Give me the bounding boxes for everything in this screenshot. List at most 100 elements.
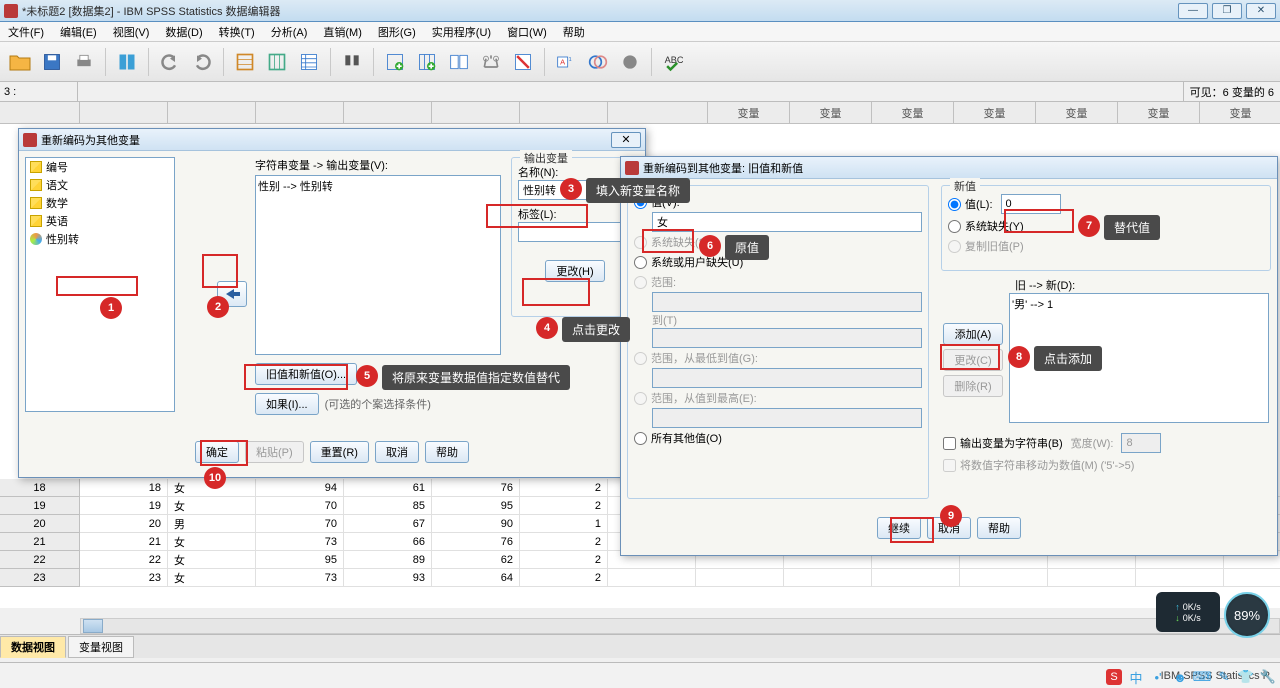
toolbar: A1 ABC [0, 42, 1280, 82]
system-tray: S 中 •' ☻ ⌨ ✎ 👕 🔧 [1106, 669, 1276, 685]
column-variable[interactable]: 变量 [790, 102, 872, 124]
annotation-label-4: 点击更改 [562, 317, 630, 342]
menu-data[interactable]: 数据(D) [157, 22, 210, 41]
annotation-label-3: 填入新变量名称 [586, 178, 690, 203]
convert-numeric-checkbox[interactable]: 将数值字符串移动为数值(M) ('5'->5) [943, 457, 1269, 473]
goto-case-icon[interactable] [231, 48, 259, 76]
radio-range-high[interactable]: 范围，从值到最高(E): [634, 388, 922, 408]
tray-icon[interactable]: 中 [1128, 669, 1144, 685]
app-icon [4, 4, 18, 18]
radio-new-value[interactable]: 值(L): [948, 192, 1264, 216]
tray-icon[interactable]: •' [1150, 669, 1166, 685]
radio-sys-user-miss[interactable]: 系统或用户缺失(U) [634, 252, 922, 272]
maximize-button[interactable]: ❐ [1212, 3, 1242, 19]
column-variable[interactable]: 变量 [1200, 102, 1280, 124]
annotation-box-8 [940, 344, 1000, 370]
close-button[interactable]: ✕ [1246, 3, 1276, 19]
help-button[interactable]: 帮助 [977, 517, 1021, 539]
table-row[interactable]: 2323女7393642 [0, 569, 1280, 587]
keyboard-icon[interactable]: ⌨ [1194, 669, 1210, 685]
column-variable[interactable]: 变量 [954, 102, 1036, 124]
annotation-label-8: 点击添加 [1034, 346, 1102, 371]
delete-mapping-button[interactable]: 删除(R) [943, 375, 1003, 397]
spellcheck-icon[interactable]: ABC [659, 48, 687, 76]
annotation-box-6 [642, 229, 694, 253]
column-variable[interactable]: 变量 [1118, 102, 1200, 124]
output-string-checkbox[interactable]: 输出变量为字符串(B) [943, 435, 1063, 451]
menu-edit[interactable]: 编辑(E) [52, 22, 105, 41]
menu-file[interactable]: 文件(F) [0, 22, 52, 41]
ime-icon[interactable]: S [1106, 669, 1122, 685]
annotation-box-10 [200, 440, 248, 466]
annotation-box-1 [56, 276, 138, 296]
range-low-input [652, 368, 922, 388]
minimize-button[interactable]: — [1178, 3, 1208, 19]
range-high-input [652, 408, 922, 428]
status-bar: IBM SPSS Statistics P [0, 662, 1280, 688]
dialog-title: 重新编码为其他变量 [41, 132, 611, 148]
add-button[interactable]: 添加(A) [943, 323, 1003, 345]
tab-variable-view[interactable]: 变量视图 [68, 636, 134, 658]
reset-button[interactable]: 重置(R) [310, 441, 369, 463]
menu-marketing[interactable]: 直销(M) [315, 22, 370, 41]
print-icon[interactable] [70, 48, 98, 76]
split-file-icon[interactable] [445, 48, 473, 76]
weight-icon[interactable] [477, 48, 505, 76]
undo-icon[interactable] [156, 48, 184, 76]
column-variable[interactable]: 变量 [1036, 102, 1118, 124]
column-variable[interactable]: 变量 [708, 102, 790, 124]
window-title: *未标题2 [数据集2] - IBM SPSS Statistics 数据编辑器 [22, 3, 1178, 19]
formula-bar: 3 : 可见：6 变量的 6 [0, 82, 1280, 102]
paste-button[interactable]: 粘贴(P) [245, 441, 304, 463]
menu-transform[interactable]: 转换(T) [211, 22, 263, 41]
recall-dialog-icon[interactable] [113, 48, 141, 76]
menu-analyze[interactable]: 分析(A) [263, 22, 316, 41]
goto-var-icon[interactable] [263, 48, 291, 76]
radio-range-low[interactable]: 范围，从最低到值(G): [634, 348, 922, 368]
tray-icon[interactable]: ✎ [1216, 669, 1232, 685]
range-from-input [652, 292, 922, 312]
annotation-box-4 [522, 278, 590, 306]
help-button[interactable]: 帮助 [425, 441, 469, 463]
settings-icon[interactable]: 🔧 [1260, 669, 1276, 685]
menu-graphs[interactable]: 图形(G) [370, 22, 424, 41]
variables-icon[interactable] [295, 48, 323, 76]
annotation-box-7 [1004, 209, 1074, 233]
visible-count: 可见：6 变量的 6 [1183, 82, 1280, 101]
menu-window[interactable]: 窗口(W) [499, 22, 555, 41]
tray-icon[interactable]: 👕 [1238, 669, 1254, 685]
svg-text:1: 1 [569, 57, 572, 63]
horizontal-scrollbar[interactable] [80, 618, 1280, 634]
scale-icon [30, 179, 42, 191]
annotation-badge-3: 3 [560, 178, 582, 200]
menu-help[interactable]: 帮助 [555, 22, 593, 41]
tab-data-view[interactable]: 数据视图 [0, 636, 66, 658]
if-button[interactable]: 如果(I)... [255, 393, 319, 415]
annotation-box-9 [890, 517, 934, 543]
menu-view[interactable]: 视图(V) [105, 22, 158, 41]
find-icon[interactable] [338, 48, 366, 76]
annotation-badge-7: 7 [1078, 215, 1100, 237]
cancel-button[interactable]: 取消 [375, 441, 419, 463]
insert-case-icon[interactable] [381, 48, 409, 76]
selected-list[interactable]: 性别 --> 性别转 [255, 175, 501, 355]
network-widget: ↑0K/s ↓0K/s [1156, 592, 1220, 632]
save-icon[interactable] [38, 48, 66, 76]
show-all-icon[interactable] [616, 48, 644, 76]
menu-bar: 文件(F) 编辑(E) 视图(V) 数据(D) 转换(T) 分析(A) 直销(M… [0, 22, 1280, 42]
redo-icon[interactable] [188, 48, 216, 76]
tray-icon[interactable]: ☻ [1172, 669, 1188, 685]
radio-range[interactable]: 范围: [634, 272, 922, 292]
menu-utilities[interactable]: 实用程序(U) [424, 22, 499, 41]
dialog-close-icon[interactable]: ✕ [611, 132, 641, 148]
column-variable[interactable]: 变量 [872, 102, 954, 124]
scale-icon [30, 215, 42, 227]
select-cases-icon[interactable] [509, 48, 537, 76]
insert-var-icon[interactable] [413, 48, 441, 76]
svg-text:ABC: ABC [665, 54, 683, 64]
use-sets-icon[interactable] [584, 48, 612, 76]
radio-all-other[interactable]: 所有其他值(O) [634, 428, 922, 448]
annotation-box-2 [202, 254, 238, 288]
open-icon[interactable] [6, 48, 34, 76]
value-labels-icon[interactable]: A1 [552, 48, 580, 76]
